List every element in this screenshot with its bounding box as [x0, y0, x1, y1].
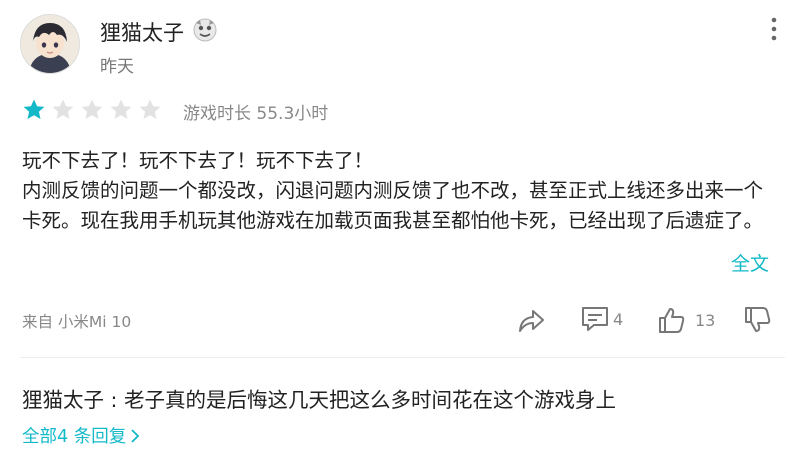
playtime: 游戏时长 55.3小时: [183, 104, 329, 124]
star-empty-icon: [139, 99, 161, 119]
anime-avatar-icon: [21, 15, 79, 73]
all-replies-link[interactable]: 全部4 条回复: [22, 423, 140, 448]
dislike-button[interactable]: [743, 306, 773, 334]
comment-count: 4: [613, 309, 624, 329]
review-body: 内测反馈的问题一个都没改，闪退问题内测反馈了也不改，甚至正式上线还多出来一个卡死…: [22, 179, 764, 232]
device-source: 来自 小米Mi 10: [22, 313, 132, 331]
avatar[interactable]: [20, 14, 80, 74]
like-button[interactable]: 13: [657, 306, 715, 334]
star-rating: [22, 98, 162, 122]
post-date: 昨天: [100, 57, 134, 77]
comment-icon: [582, 307, 608, 331]
username[interactable]: 狸猫太子: [100, 17, 184, 47]
game-badge-icon: [192, 17, 218, 43]
review-content[interactable]: 玩不下去了！玩不下去了！玩不下去了！ 内测反馈的问题一个都没改，闪退问题内测反馈…: [22, 146, 782, 236]
more-options-icon[interactable]: [764, 16, 784, 42]
star-empty-icon: [110, 99, 132, 119]
reply-preview[interactable]: 狸猫太子 : 老子真的是后悔这几天把这么多时间花在这个游戏身上: [22, 383, 616, 413]
star-empty-icon: [52, 99, 74, 119]
comment-button[interactable]: 4: [580, 305, 623, 333]
review-line-1: 玩不下去了！玩不下去了！玩不下去了！: [22, 149, 374, 172]
like-count: 13: [695, 310, 716, 330]
chevron-right-icon: [131, 428, 140, 443]
thumbs-down-icon: [745, 307, 771, 332]
all-replies-label: 全部4 条回复: [22, 427, 127, 447]
share-icon: [519, 310, 544, 332]
star-filled-icon: [23, 99, 45, 119]
share-button[interactable]: [516, 306, 546, 334]
thumbs-up-icon: [659, 308, 685, 333]
full-text-link[interactable]: 全文: [731, 249, 769, 276]
star-empty-icon: [81, 99, 103, 119]
divider: [20, 357, 785, 358]
